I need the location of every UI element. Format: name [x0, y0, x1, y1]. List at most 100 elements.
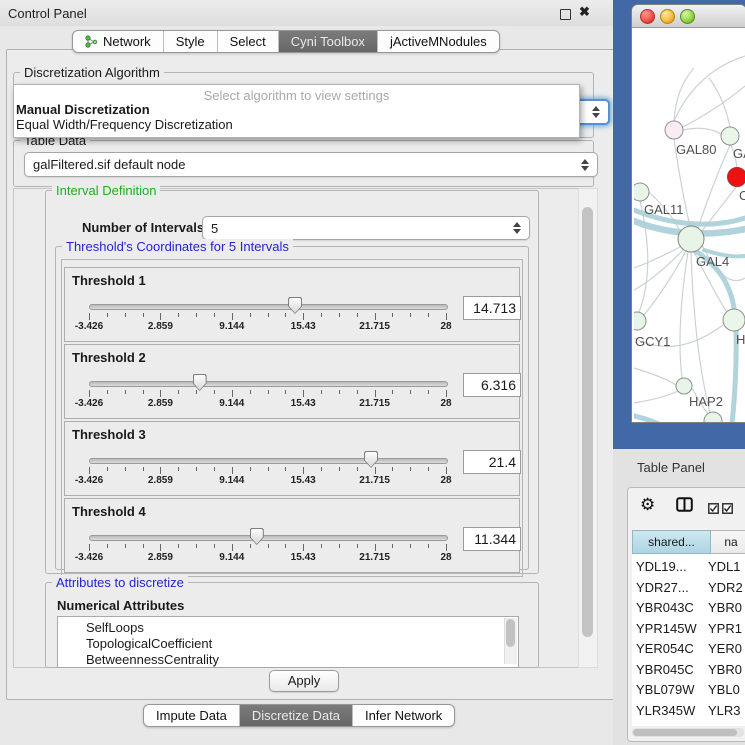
slider-tick-labels: -3.4262.8599.14415.4321.71528 [89, 398, 446, 410]
num-intervals-value: 5 [211, 221, 218, 236]
bottom-tab-infer-network[interactable]: Infer Network [352, 705, 454, 726]
threshold-row: Threshold 3-3.4262.8599.14415.4321.71528… [64, 421, 520, 496]
table-row[interactable]: YBR045CYBR0 [632, 660, 745, 680]
network-node[interactable] [678, 226, 704, 252]
slider-thumb-icon[interactable] [288, 297, 302, 314]
bottom-tab-discretize-data-label: Discretize Data [252, 706, 340, 725]
threshold-value-field[interactable]: 14.713 [463, 296, 521, 320]
slider-thumb-icon[interactable] [250, 528, 264, 545]
network-edge[interactable] [634, 249, 684, 290]
slider-thumb-icon[interactable] [364, 451, 378, 468]
tick-mark [410, 544, 411, 548]
network-window-titlebar[interactable] [632, 5, 745, 28]
cell-shared-name: YDL19... [636, 557, 687, 577]
apply-button[interactable]: Apply [269, 670, 339, 692]
algorithm-option-manual-discretization[interactable]: Manual Discretization [16, 102, 150, 117]
network-edge[interactable] [709, 78, 730, 127]
table-row[interactable]: YBL079WYBL0 [632, 680, 745, 700]
checkbox-checked-icon[interactable] [708, 501, 719, 519]
network-node[interactable] [676, 378, 692, 394]
threshold-slider[interactable]: -3.4262.8599.14415.4321.71528 [89, 422, 446, 495]
slider-track[interactable] [89, 381, 448, 387]
network-edge[interactable] [634, 368, 676, 385]
slider-track[interactable] [89, 458, 448, 464]
close-light[interactable] [640, 9, 655, 24]
network-node[interactable] [721, 127, 739, 145]
table-row[interactable]: YPR145WYPR1 [632, 619, 745, 639]
tick-mark [339, 390, 340, 394]
tick-mark [285, 544, 286, 548]
node-label: GCY1 [635, 334, 670, 349]
network-edge[interactable] [639, 201, 648, 312]
minimize-light[interactable] [660, 9, 675, 24]
tab-cyni-toolbox[interactable]: Cyni Toolbox [278, 31, 377, 52]
node-label: GAL4 [696, 254, 729, 269]
table-row[interactable]: YDR27...YDR2 [632, 578, 745, 598]
checkbox-checked-icon[interactable] [722, 501, 733, 519]
network-canvas[interactable]: GAL80GACGAL11GAL4GCY1HHAP2 [634, 28, 745, 422]
tab-select[interactable]: Select [217, 31, 278, 52]
algorithm-option-equal-width-frequency-discretization[interactable]: Equal Width/Frequency Discretization [16, 117, 233, 132]
table-row[interactable]: YIL052CYIL0 [632, 721, 745, 726]
zoom-light[interactable] [680, 9, 695, 24]
close-icon[interactable]: ✖ [579, 4, 590, 20]
slider-tick-labels: -3.4262.8599.14415.4321.71528 [89, 475, 446, 487]
column-header-shared-name[interactable]: shared... [632, 530, 711, 554]
threshold-slider[interactable]: -3.4262.8599.14415.4321.71528 [89, 345, 446, 418]
scrollbar-thumb[interactable] [582, 207, 593, 637]
network-node[interactable] [723, 309, 745, 331]
network-edge[interactable] [674, 68, 694, 121]
undock-icon[interactable] [560, 9, 571, 20]
network-edge[interactable] [680, 252, 688, 378]
threshold-value-field[interactable]: 6.316 [463, 373, 521, 397]
threshold-value-field[interactable]: 21.4 [463, 450, 521, 474]
tab-jactivemnodules[interactable]: jActiveMNodules [377, 31, 499, 52]
threshold-row: Threshold 1-3.4262.8599.14415.4321.71528… [64, 267, 520, 342]
tick-mark [178, 313, 179, 317]
network-edge[interactable] [644, 251, 686, 315]
tick-mark [446, 390, 447, 397]
attribute-item[interactable]: BetweennessCentrality [86, 652, 219, 667]
table-hscroll-thumb[interactable] [633, 729, 737, 736]
bottom-tab-impute-data[interactable]: Impute Data [144, 705, 239, 726]
attribute-item[interactable]: SelfLoops [86, 620, 144, 635]
network-node[interactable] [634, 183, 649, 201]
num-intervals-combobox[interactable]: 5 [202, 216, 530, 240]
tab-style[interactable]: Style [163, 31, 217, 52]
network-edge-highlighted[interactable] [634, 416, 686, 422]
threshold-slider[interactable]: -3.4262.8599.14415.4321.71528 [89, 499, 446, 572]
tick-mark [196, 313, 197, 317]
table-data-combobox[interactable]: galFiltered.sif default node [24, 152, 598, 177]
vertical-scrollbar[interactable] [578, 188, 598, 668]
network-edge[interactable] [691, 252, 710, 413]
network-node[interactable] [704, 412, 722, 422]
threshold-slider[interactable]: -3.4262.8599.14415.4321.71528 [89, 268, 446, 341]
attribute-item[interactable]: TopologicalCoefficient [86, 636, 212, 651]
slider-thumb-icon[interactable] [193, 374, 207, 391]
network-view-window[interactable]: GAL80GACGAL11GAL4GCY1HHAP2 [631, 4, 745, 423]
table-row[interactable]: YLR345WYLR3 [632, 701, 745, 721]
bottom-tab-discretize-data[interactable]: Discretize Data [239, 705, 352, 726]
threshold-value-field[interactable]: 11.344 [463, 527, 521, 551]
network-edge[interactable] [683, 128, 721, 134]
network-edge[interactable] [634, 391, 678, 403]
numerical-attributes-list[interactable]: SelfLoopsTopologicalCoefficientBetweenne… [57, 616, 519, 668]
table-horizontal-scrollbar[interactable] [632, 728, 744, 737]
network-node[interactable] [665, 121, 683, 139]
list-scrollbar-thumb[interactable] [506, 619, 515, 647]
table-row[interactable]: YER054CYER0 [632, 639, 745, 659]
list-scrollbar[interactable] [504, 618, 517, 664]
tab-network[interactable]: Network [73, 31, 163, 52]
table-row[interactable]: YBR043CYBR0 [632, 598, 745, 618]
column-header-name[interactable]: na [711, 530, 745, 554]
tick-label: 21.715 [359, 398, 390, 409]
network-edge[interactable] [634, 246, 682, 268]
slider-track[interactable] [89, 304, 448, 310]
network-node[interactable] [728, 168, 745, 187]
tick-label: 9.144 [219, 321, 244, 332]
gear-icon[interactable]: ⚙ [640, 496, 655, 515]
split-columns-icon[interactable] [676, 497, 693, 517]
slider-track[interactable] [89, 535, 448, 541]
network-graph[interactable]: GAL80GACGAL11GAL4GCY1HHAP2 [634, 28, 745, 422]
table-row[interactable]: YDL19...YDL1 [632, 557, 745, 577]
